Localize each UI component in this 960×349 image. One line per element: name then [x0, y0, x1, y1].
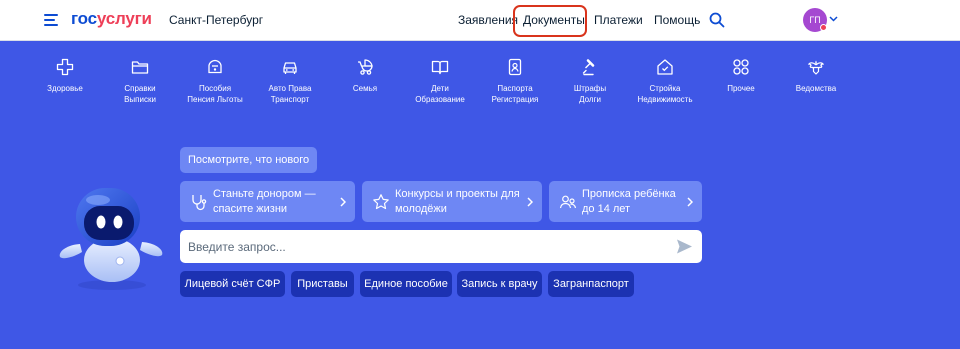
service-realty[interactable]: Стройка Недвижимость [626, 58, 704, 105]
chip-bailiffs[interactable]: Приставы [291, 271, 354, 297]
promo-card-donor[interactable]: Станьте донором — спасите жизни [180, 181, 355, 222]
gosuslugi-logo[interactable]: госуслуги [71, 9, 152, 29]
chevron-right-icon [687, 197, 693, 207]
card-text: Станьте донором — спасите жизни [213, 188, 316, 215]
top-header: госуслуги Санкт-Петербург Заявления Доку… [0, 0, 960, 41]
gavel-icon [582, 59, 595, 76]
service-label: Семья [352, 84, 378, 93]
card-text: Конкурсы и проекты для молодёжи [395, 188, 520, 215]
service-health[interactable]: Здоровье [26, 58, 104, 94]
chevron-right-icon [340, 197, 346, 207]
service-label: Авто Права Транспорт [268, 84, 312, 104]
burger-menu-icon[interactable] [44, 14, 58, 26]
car-icon [283, 62, 297, 74]
city-selector[interactable]: Санкт-Петербург [169, 13, 263, 27]
chip-sfr-account[interactable]: Лицевой счёт СФР [180, 271, 285, 297]
star-icon [373, 194, 389, 210]
book-icon [431, 60, 449, 75]
logo-part-uslugi: услуги [96, 9, 152, 28]
service-education[interactable]: Дети Образование [401, 58, 479, 105]
stroller-icon [358, 59, 373, 75]
people-icon [559, 195, 577, 209]
service-label: Дети Образование [415, 84, 465, 104]
search-icon[interactable] [709, 12, 725, 28]
chip-doctor-appointment[interactable]: Запись к врачу [457, 271, 542, 297]
service-label: Пособия Пенсия Льготы [187, 84, 243, 104]
emblem-icon [807, 60, 825, 75]
search-box [180, 230, 702, 263]
wallet-icon [208, 59, 222, 74]
health-cross-icon [56, 58, 74, 76]
nav-help[interactable]: Помощь [654, 13, 700, 27]
service-benefits[interactable]: Пособия Пенсия Льготы [176, 58, 254, 105]
service-certificates[interactable]: Справки Выписки [101, 58, 179, 105]
notification-dot [820, 24, 827, 31]
stethoscope-icon [192, 195, 207, 211]
card-text: Прописка ребёнка до 14 лет [582, 188, 676, 215]
search-input[interactable] [188, 230, 668, 263]
service-agencies[interactable]: Ведомства [777, 58, 855, 94]
chip-international-passport[interactable]: Загранпаспорт [548, 271, 634, 297]
service-family[interactable]: Семья [326, 58, 404, 94]
passport-icon [508, 58, 522, 76]
service-label: Справки Выписки [124, 84, 156, 104]
send-icon[interactable] [676, 238, 693, 255]
whats-new-button[interactable]: Посмотрите, что нового [180, 147, 318, 173]
service-auto[interactable]: Авто Права Транспорт [251, 58, 329, 105]
promo-card-youth[interactable]: Конкурсы и проекты для молодёжи [362, 181, 542, 222]
service-label: Паспорта Регистрация [491, 84, 539, 104]
service-label: Прочее [727, 84, 755, 93]
robot-assistant-icon[interactable] [54, 182, 166, 292]
service-label: Штрафы Долги [573, 84, 607, 104]
nav-documents[interactable]: Документы [523, 13, 585, 27]
service-passport[interactable]: Паспорта Регистрация [476, 58, 554, 105]
service-fines[interactable]: Штрафы Долги [551, 58, 629, 105]
promo-card-registration[interactable]: Прописка ребёнка до 14 лет [549, 181, 702, 222]
nav-applications[interactable]: Заявления [458, 13, 518, 27]
grid-icon [733, 59, 749, 75]
service-other[interactable]: Прочее [702, 58, 780, 94]
service-label: Здоровье [47, 84, 83, 93]
service-label: Стройка Недвижимость [637, 84, 693, 104]
chevron-down-icon[interactable] [829, 16, 838, 22]
nav-payments[interactable]: Платежи [594, 13, 643, 27]
chevron-right-icon [527, 197, 533, 207]
chip-unified-benefit[interactable]: Единое пособие [360, 271, 452, 297]
house-icon [657, 59, 673, 75]
service-label: Ведомства [795, 84, 837, 93]
folder-icon [131, 61, 149, 74]
logo-part-gos: гос [71, 9, 97, 28]
